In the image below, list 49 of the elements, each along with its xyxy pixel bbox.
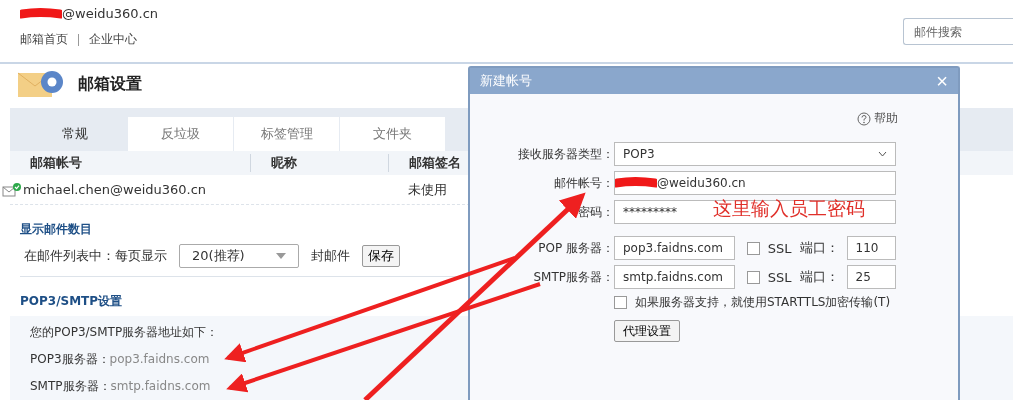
account-address: @weidu360.cn — [62, 6, 159, 21]
mail-home-link[interactable]: 邮箱首页 — [20, 31, 68, 48]
field-label: 密码： — [577, 203, 614, 221]
port-label: 端口： — [799, 239, 839, 257]
table-cell-text: 未使用 — [407, 180, 448, 199]
redaction-scribble — [615, 177, 657, 189]
section-heading: 显示邮件数目 — [20, 221, 93, 238]
ssl-checkbox[interactable] — [746, 241, 760, 255]
per-page-label: 在邮件列表中：每页显示 — [24, 247, 167, 265]
field-label: POP 服务器： — [537, 239, 614, 257]
port-label: 端口： — [799, 268, 839, 286]
dialog-title: 新建帐号 — [480, 72, 532, 90]
caret-icon — [276, 253, 286, 259]
server-type-select[interactable]: POP3 — [614, 142, 896, 166]
help-link[interactable]: 帮助 — [857, 110, 898, 127]
server-intro: 您的POP3/SMTP服务器地址如下： — [30, 324, 219, 341]
unit-label: 封邮件 — [311, 247, 350, 265]
ssl-checkbox[interactable] — [746, 270, 760, 284]
field-label: SMTP服务器： — [532, 268, 614, 286]
server-address: SMTP服务器：smtp.faidns.com — [30, 378, 211, 395]
redaction-scribble — [20, 7, 62, 20]
search-field[interactable]: 邮件搜索 — [903, 18, 1013, 45]
server-host-field[interactable]: pop3.faidns.com — [614, 236, 735, 260]
starttls-checkbox[interactable] — [614, 296, 627, 309]
section-heading: POP3/SMTP设置 — [20, 293, 124, 310]
column-header: 邮箱帐号 — [29, 154, 83, 172]
settings-tab[interactable]: 标签管理 — [234, 117, 339, 151]
port-field[interactable]: 25 — [846, 265, 896, 289]
server-address: POP3服务器：pop3.faidns.com — [30, 351, 210, 368]
table-cell: michael.chen@weidu360.cn — [23, 182, 207, 197]
port-field[interactable]: 110 — [846, 236, 896, 260]
ssl-label: SSL — [767, 240, 792, 256]
settings-tab[interactable]: 文件夹 — [340, 117, 445, 151]
proxy-settings-button[interactable]: 代理设置 — [614, 320, 680, 342]
per-page-select[interactable]: 20(推荐) — [179, 244, 299, 268]
account-field[interactable]: @weidu360.cn — [614, 171, 896, 195]
column-header: 昵称 — [250, 154, 388, 172]
ssl-label: SSL — [767, 269, 792, 285]
field-label: 邮件帐号： — [553, 174, 614, 192]
settings-title: 邮箱设置 — [78, 73, 142, 95]
settings-tab[interactable]: 反垃圾 — [128, 117, 233, 151]
help-icon — [857, 111, 871, 126]
save-button[interactable]: 保存 — [362, 245, 400, 267]
field-label: 接收服务器类型： — [517, 145, 614, 163]
mail-settings-icon — [18, 70, 66, 98]
server-host-field[interactable]: smtp.faidns.com — [614, 265, 735, 289]
enterprise-center-link[interactable]: 企业中心 — [89, 31, 137, 48]
starttls-label: 如果服务器支持，就使用STARTTLS加密传输(T) — [635, 294, 891, 311]
chevron-icon — [878, 151, 887, 157]
